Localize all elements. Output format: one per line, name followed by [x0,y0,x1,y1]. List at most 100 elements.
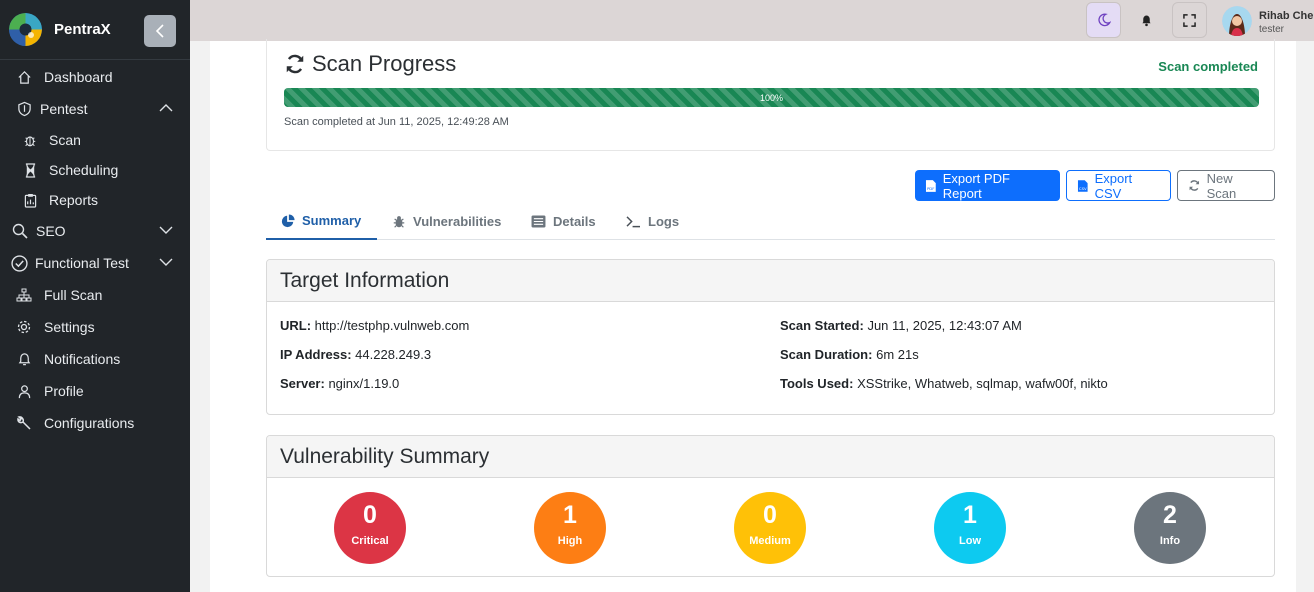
tab-label: Vulnerabilities [413,214,502,229]
severity-count: 1 [563,501,577,529]
tab-label: Summary [302,213,362,228]
new-scan-label: New Scan [1206,170,1237,201]
sidebar-item-seo[interactable]: SEO [0,215,190,247]
terminal-icon [626,216,640,228]
wrench-icon [15,414,33,432]
sidebar-item-profile[interactable]: Profile [0,375,190,407]
progress-bar: 100% [284,88,1259,107]
severity-label: Info [1159,535,1181,547]
user-role: tester [1259,24,1285,35]
moon-icon [1097,13,1111,27]
chevron-left-icon [155,24,164,38]
sidebar-item-label: Functional Test [35,255,129,271]
result-tabs: Summary Vulnerabilities Details Logs [266,203,1275,240]
sidebar-item-label: Scan [49,132,81,148]
sidebar-item-functional-test[interactable]: Functional Test [0,247,190,279]
main-panel: Scan Progress Scan completed 100% Scan c… [210,39,1296,592]
avatar[interactable] [1222,6,1252,36]
pie-chart-icon [281,213,295,227]
sidebar-item-label: Pentest [40,101,88,117]
scan-completed-time: Scan completed at Jun 11, 2025, 12:49:28… [284,116,509,128]
chevron-down-icon [159,223,173,240]
theme-toggle-button[interactable] [1086,2,1121,38]
tab-label: Details [553,214,596,229]
file-csv-icon: CSV [1077,179,1088,192]
topbar: Rihab Che tester [190,0,1314,41]
logo [9,13,42,46]
sidebar-item-label: Configurations [44,415,135,431]
chevron-down-icon [159,255,173,272]
tab-details[interactable]: Details [531,203,596,240]
export-csv-button[interactable]: CSV Export CSV [1066,170,1171,201]
scan-status: Scan completed [1158,59,1258,74]
sidebar-item-notifications[interactable]: Notifications [0,343,190,375]
progress-bar-fill: 100% [284,88,1259,107]
tab-label: Logs [648,214,680,229]
severity-label: Medium [749,535,791,547]
file-pdf-icon: PDF [925,179,936,192]
fullscreen-icon [1183,13,1196,27]
app-name: PentraX [54,21,111,38]
sidebar-item-label: Dashboard [44,69,113,85]
severity-low: 1 Low [934,492,1006,564]
sidebar-collapse-button[interactable] [144,15,176,47]
sitemap-icon [15,286,33,304]
severity-count: 0 [363,501,377,529]
tab-summary[interactable]: Summary [266,203,377,240]
scan-started-value: Jun 11, 2025, 12:43:07 AM [867,318,1022,333]
new-scan-button[interactable]: New Scan [1177,170,1275,201]
sidebar-item-dashboard[interactable]: Dashboard [0,61,190,93]
scan-progress-title: Scan Progress [284,51,456,77]
bell-icon [15,350,33,368]
sidebar-item-label: SEO [36,223,66,239]
sidebar-item-label: Settings [44,319,95,335]
bell-icon [1142,15,1151,27]
svg-text:CSV: CSV [1079,185,1087,190]
chevron-up-icon [159,101,173,118]
severity-high: 1 High [534,492,606,564]
info-url: URL: http://testphp.vulnweb.com [280,318,470,333]
sidebar-item-scan[interactable]: Scan [0,125,190,155]
clipboard-icon [21,191,39,209]
progress-label: 100% [759,92,784,103]
sidebar-item-settings[interactable]: Settings [0,311,190,343]
severity-count: 2 [1163,501,1177,529]
gear-icon [15,318,33,336]
sync-icon [1189,180,1200,191]
sync-icon [286,54,304,74]
severity-label: Low [959,535,981,547]
tab-vulnerabilities[interactable]: Vulnerabilities [392,203,501,240]
brand: PentraX [0,0,190,60]
sidebar-item-reports[interactable]: Reports [0,185,190,215]
target-information-title: Target Information [267,260,1274,302]
sidebar-item-pentest[interactable]: Pentest [0,93,190,125]
fullscreen-button[interactable] [1172,2,1207,38]
server-value: nginx/1.19.0 [328,376,400,391]
sidebar-item-label: Notifications [44,351,121,367]
severity-label: High [557,535,583,547]
sidebar-item-configurations[interactable]: Configurations [0,407,190,439]
scan-progress-card: Scan Progress Scan completed 100% Scan c… [266,39,1275,151]
severity-medium: 0 Medium [734,492,806,564]
sidebar-item-full-scan[interactable]: Full Scan [0,279,190,311]
bug-icon [21,131,39,149]
svg-text:PDF: PDF [927,185,935,190]
sidebar-item-label: Scheduling [49,162,119,178]
export-pdf-label: Export PDF Report [942,170,1010,201]
notifications-button[interactable] [1129,2,1164,38]
info-tools-used: Tools Used: XSStrike, Whatweb, sqlmap, w… [780,376,1108,391]
export-csv-label: Export CSV [1094,170,1133,201]
scan-progress-title-text: Scan Progress [312,51,457,76]
export-pdf-button[interactable]: PDF Export PDF Report [915,170,1060,201]
sidebar-item-label: Profile [44,383,84,399]
info-scan-duration: Scan Duration: 6m 21s [780,347,919,362]
severity-count: 0 [763,501,777,529]
sidebar-item-scheduling[interactable]: Scheduling [0,155,190,185]
severity-count: 1 [963,501,977,529]
sidebar: PentraX Dashboard Pentest Scan Schedulin… [0,0,190,592]
url-value: http://testphp.vulnweb.com [314,318,470,333]
sidebar-item-label: Reports [49,192,99,208]
vulnerability-summary-title: Vulnerability Summary [267,436,1274,478]
search-icon [11,222,29,240]
tab-logs[interactable]: Logs [626,203,679,240]
